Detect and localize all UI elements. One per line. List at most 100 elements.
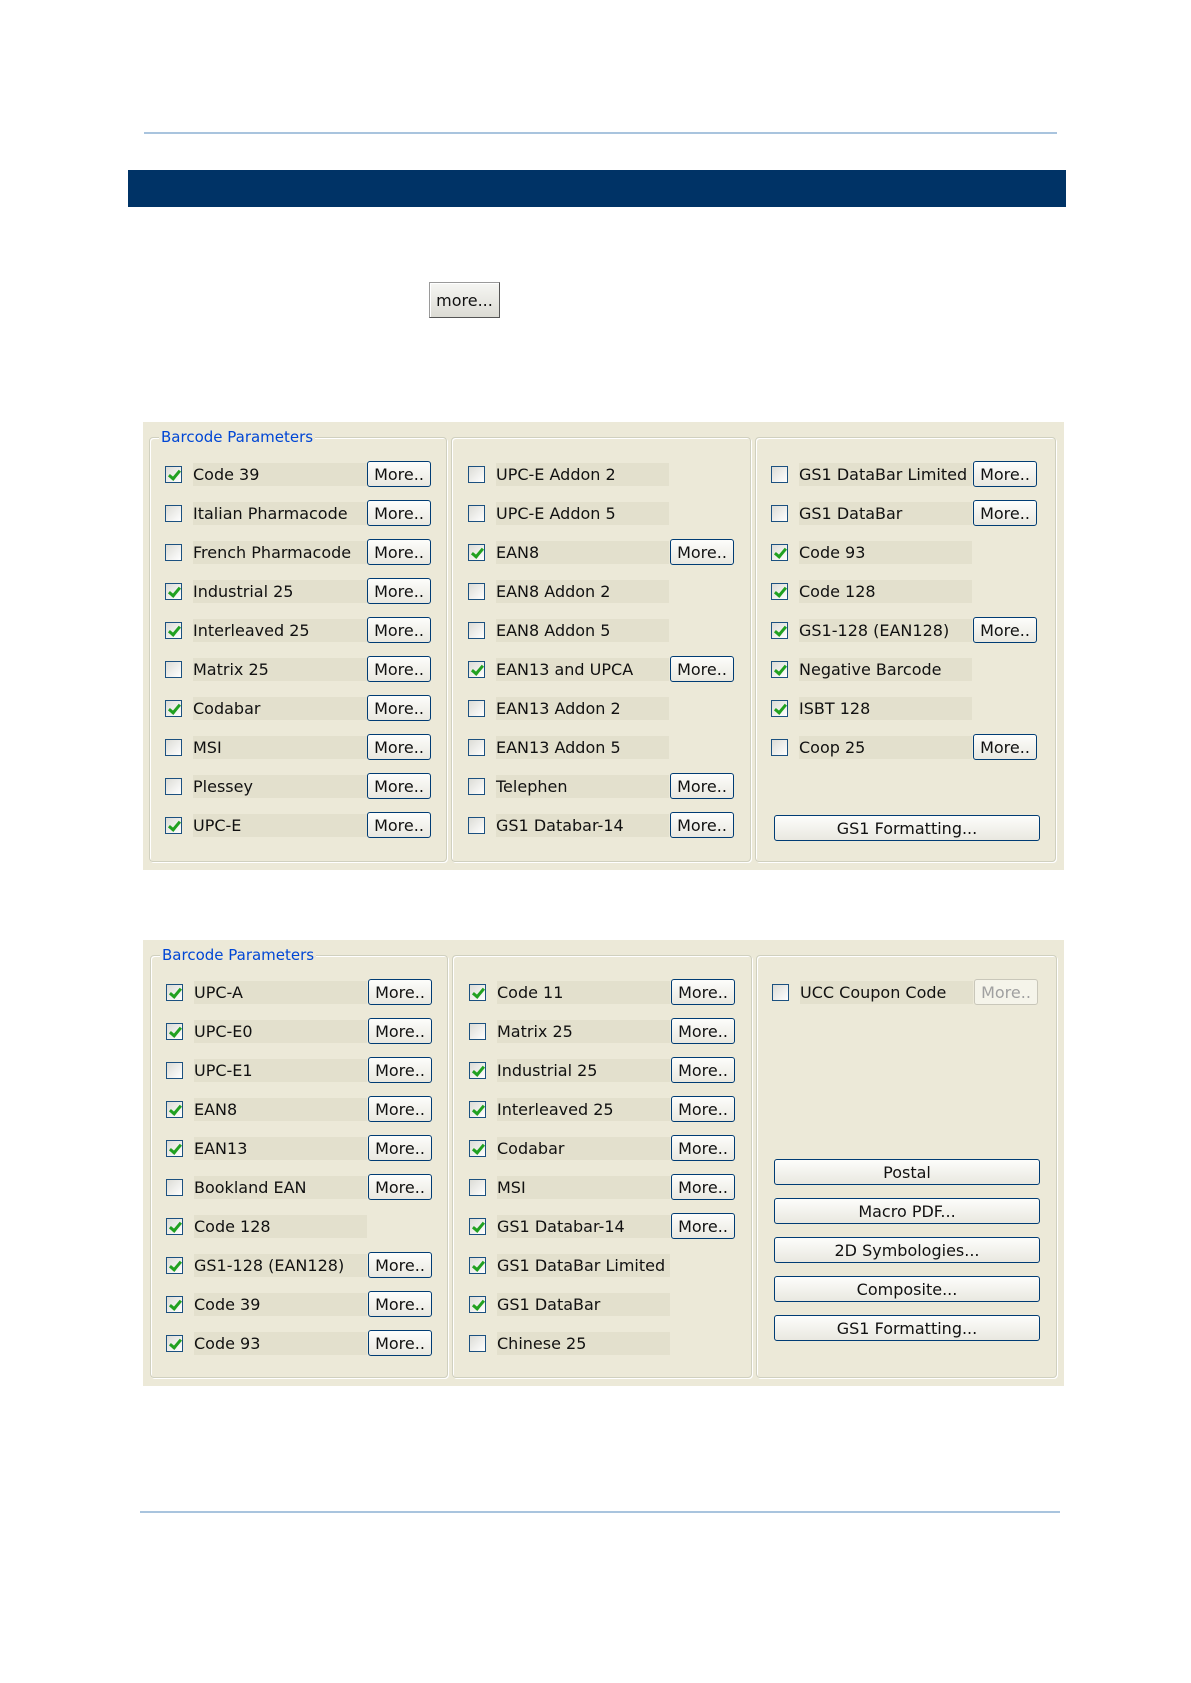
more-button-matrix-25[interactable]: More.. [671,1018,735,1044]
gs1-formatting-button[interactable]: GS1 Formatting... [774,815,1040,841]
checkbox-unchecked[interactable] [468,777,485,795]
checkbox-checked[interactable] [771,582,788,600]
more-button-plessey[interactable]: More.. [367,773,431,799]
more-button-msi[interactable]: More.. [671,1174,735,1200]
more-button-coop-25[interactable]: More.. [973,734,1037,760]
checkbox-unchecked[interactable] [468,504,485,522]
checkbox-unchecked[interactable] [468,465,485,483]
barcode-option-upc-e-addon-2[interactable]: UPC-E Addon 2 [468,461,734,487]
more-button-italian-pharmacode[interactable]: More.. [367,500,431,526]
checkbox-unchecked[interactable] [468,621,485,639]
barcode-option-telephen[interactable]: Telephen More.. [468,773,734,799]
checkbox-checked[interactable] [771,699,788,717]
checkbox-checked[interactable] [166,1295,183,1313]
barcode-option-gs1-128-ean128[interactable]: GS1-128 (EAN128) More.. [166,1252,432,1278]
more-button-upc-e1[interactable]: More.. [368,1057,432,1083]
checkbox-checked[interactable] [165,465,182,483]
more-button-code-93[interactable]: More.. [368,1330,432,1356]
checkbox-checked[interactable] [469,983,486,1001]
more-button-interleaved-25[interactable]: More.. [367,617,431,643]
barcode-option-matrix-25[interactable]: Matrix 25 More.. [469,1018,735,1044]
checkbox-unchecked[interactable] [468,738,485,756]
checkbox-unchecked[interactable] [166,1061,183,1079]
barcode-option-french-pharmacode[interactable]: French Pharmacode More.. [165,539,431,565]
more-button-bookland-ean[interactable]: More.. [368,1174,432,1200]
barcode-option-ean8-addon-5[interactable]: EAN8 Addon 5 [468,617,734,643]
barcode-option-gs1-databar-14[interactable]: GS1 Databar-14 More.. [468,812,734,838]
barcode-option-gs1-databar-limited[interactable]: GS1 DataBar Limited [469,1252,735,1278]
barcode-option-industrial-25[interactable]: Industrial 25 More.. [165,578,431,604]
checkbox-checked[interactable] [165,582,182,600]
barcode-option-interleaved-25[interactable]: Interleaved 25 More.. [469,1096,735,1122]
checkbox-unchecked[interactable] [771,504,788,522]
more-button-gs1-128-ean128[interactable]: More.. [973,617,1037,643]
barcode-option-ean13-addon-2[interactable]: EAN13 Addon 2 [468,695,734,721]
checkbox-unchecked[interactable] [165,777,182,795]
more-button-code-11[interactable]: More.. [671,979,735,1005]
more-button-codabar[interactable]: More.. [671,1135,735,1161]
barcode-option-codabar[interactable]: Codabar More.. [469,1135,735,1161]
checkbox-checked[interactable] [469,1217,486,1235]
checkbox-unchecked[interactable] [468,582,485,600]
barcode-option-matrix-25[interactable]: Matrix 25 More.. [165,656,431,682]
checkbox-unchecked[interactable] [166,1178,183,1196]
more-button-msi[interactable]: More.. [367,734,431,760]
checkbox-checked[interactable] [166,1022,183,1040]
checkbox-checked[interactable] [469,1139,486,1157]
checkbox-checked[interactable] [469,1256,486,1274]
barcode-option-upc-e0[interactable]: UPC-E0 More.. [166,1018,432,1044]
macro-pdf-button[interactable]: Macro PDF... [774,1198,1040,1224]
barcode-option-upc-e-addon-5[interactable]: UPC-E Addon 5 [468,500,734,526]
barcode-option-code-93[interactable]: Code 93 [771,539,1037,565]
barcode-option-ean8[interactable]: EAN8 More.. [468,539,734,565]
checkbox-unchecked[interactable] [468,816,485,834]
checkbox-unchecked[interactable] [772,983,789,1001]
barcode-option-code-128[interactable]: Code 128 [166,1213,432,1239]
gs1-formatting-button[interactable]: GS1 Formatting... [774,1315,1040,1341]
more-button-interleaved-25[interactable]: More.. [671,1096,735,1122]
checkbox-checked[interactable] [771,660,788,678]
barcode-option-msi[interactable]: MSI More.. [469,1174,735,1200]
checkbox-checked[interactable] [166,983,183,1001]
more-button-sample[interactable]: more... [429,282,500,318]
checkbox-checked[interactable] [166,1217,183,1235]
checkbox-checked[interactable] [166,1100,183,1118]
checkbox-unchecked[interactable] [771,465,788,483]
barcode-option-code-128[interactable]: Code 128 [771,578,1037,604]
more-button-gs1-databar-limited[interactable]: More.. [973,461,1037,487]
checkbox-checked[interactable] [165,699,182,717]
checkbox-unchecked[interactable] [771,738,788,756]
more-button-telephen[interactable]: More.. [670,773,734,799]
more-button-upc-e[interactable]: More.. [367,812,431,838]
barcode-option-upc-e1[interactable]: UPC-E1 More.. [166,1057,432,1083]
checkbox-checked[interactable] [771,621,788,639]
barcode-option-ean13-addon-5[interactable]: EAN13 Addon 5 [468,734,734,760]
checkbox-checked[interactable] [469,1100,486,1118]
barcode-option-code-39[interactable]: Code 39 More.. [165,461,431,487]
barcode-option-codabar[interactable]: Codabar More.. [165,695,431,721]
checkbox-unchecked[interactable] [165,504,182,522]
barcode-option-upc-e[interactable]: UPC-E More.. [165,812,431,838]
more-button-french-pharmacode[interactable]: More.. [367,539,431,565]
checkbox-checked[interactable] [468,660,485,678]
checkbox-checked[interactable] [166,1139,183,1157]
2d-symbologies-button[interactable]: 2D Symbologies... [774,1237,1040,1263]
barcode-option-chinese-25[interactable]: Chinese 25 [469,1330,735,1356]
barcode-option-msi[interactable]: MSI More.. [165,734,431,760]
checkbox-unchecked[interactable] [469,1022,486,1040]
barcode-option-isbt-128[interactable]: ISBT 128 [771,695,1037,721]
more-button-industrial-25[interactable]: More.. [367,578,431,604]
checkbox-checked[interactable] [165,816,182,834]
barcode-option-code-39[interactable]: Code 39 More.. [166,1291,432,1317]
more-button-gs1-databar-14[interactable]: More.. [671,1213,735,1239]
postal-button[interactable]: Postal [774,1159,1040,1185]
checkbox-unchecked[interactable] [165,738,182,756]
barcode-option-negative-barcode[interactable]: Negative Barcode [771,656,1037,682]
checkbox-checked[interactable] [166,1256,183,1274]
barcode-option-ean13-and-upca[interactable]: EAN13 and UPCA More.. [468,656,734,682]
barcode-option-ean13[interactable]: EAN13 More.. [166,1135,432,1161]
barcode-option-industrial-25[interactable]: Industrial 25 More.. [469,1057,735,1083]
checkbox-checked[interactable] [771,543,788,561]
barcode-option-ean8[interactable]: EAN8 More.. [166,1096,432,1122]
barcode-option-gs1-databar[interactable]: GS1 DataBar More.. [771,500,1037,526]
